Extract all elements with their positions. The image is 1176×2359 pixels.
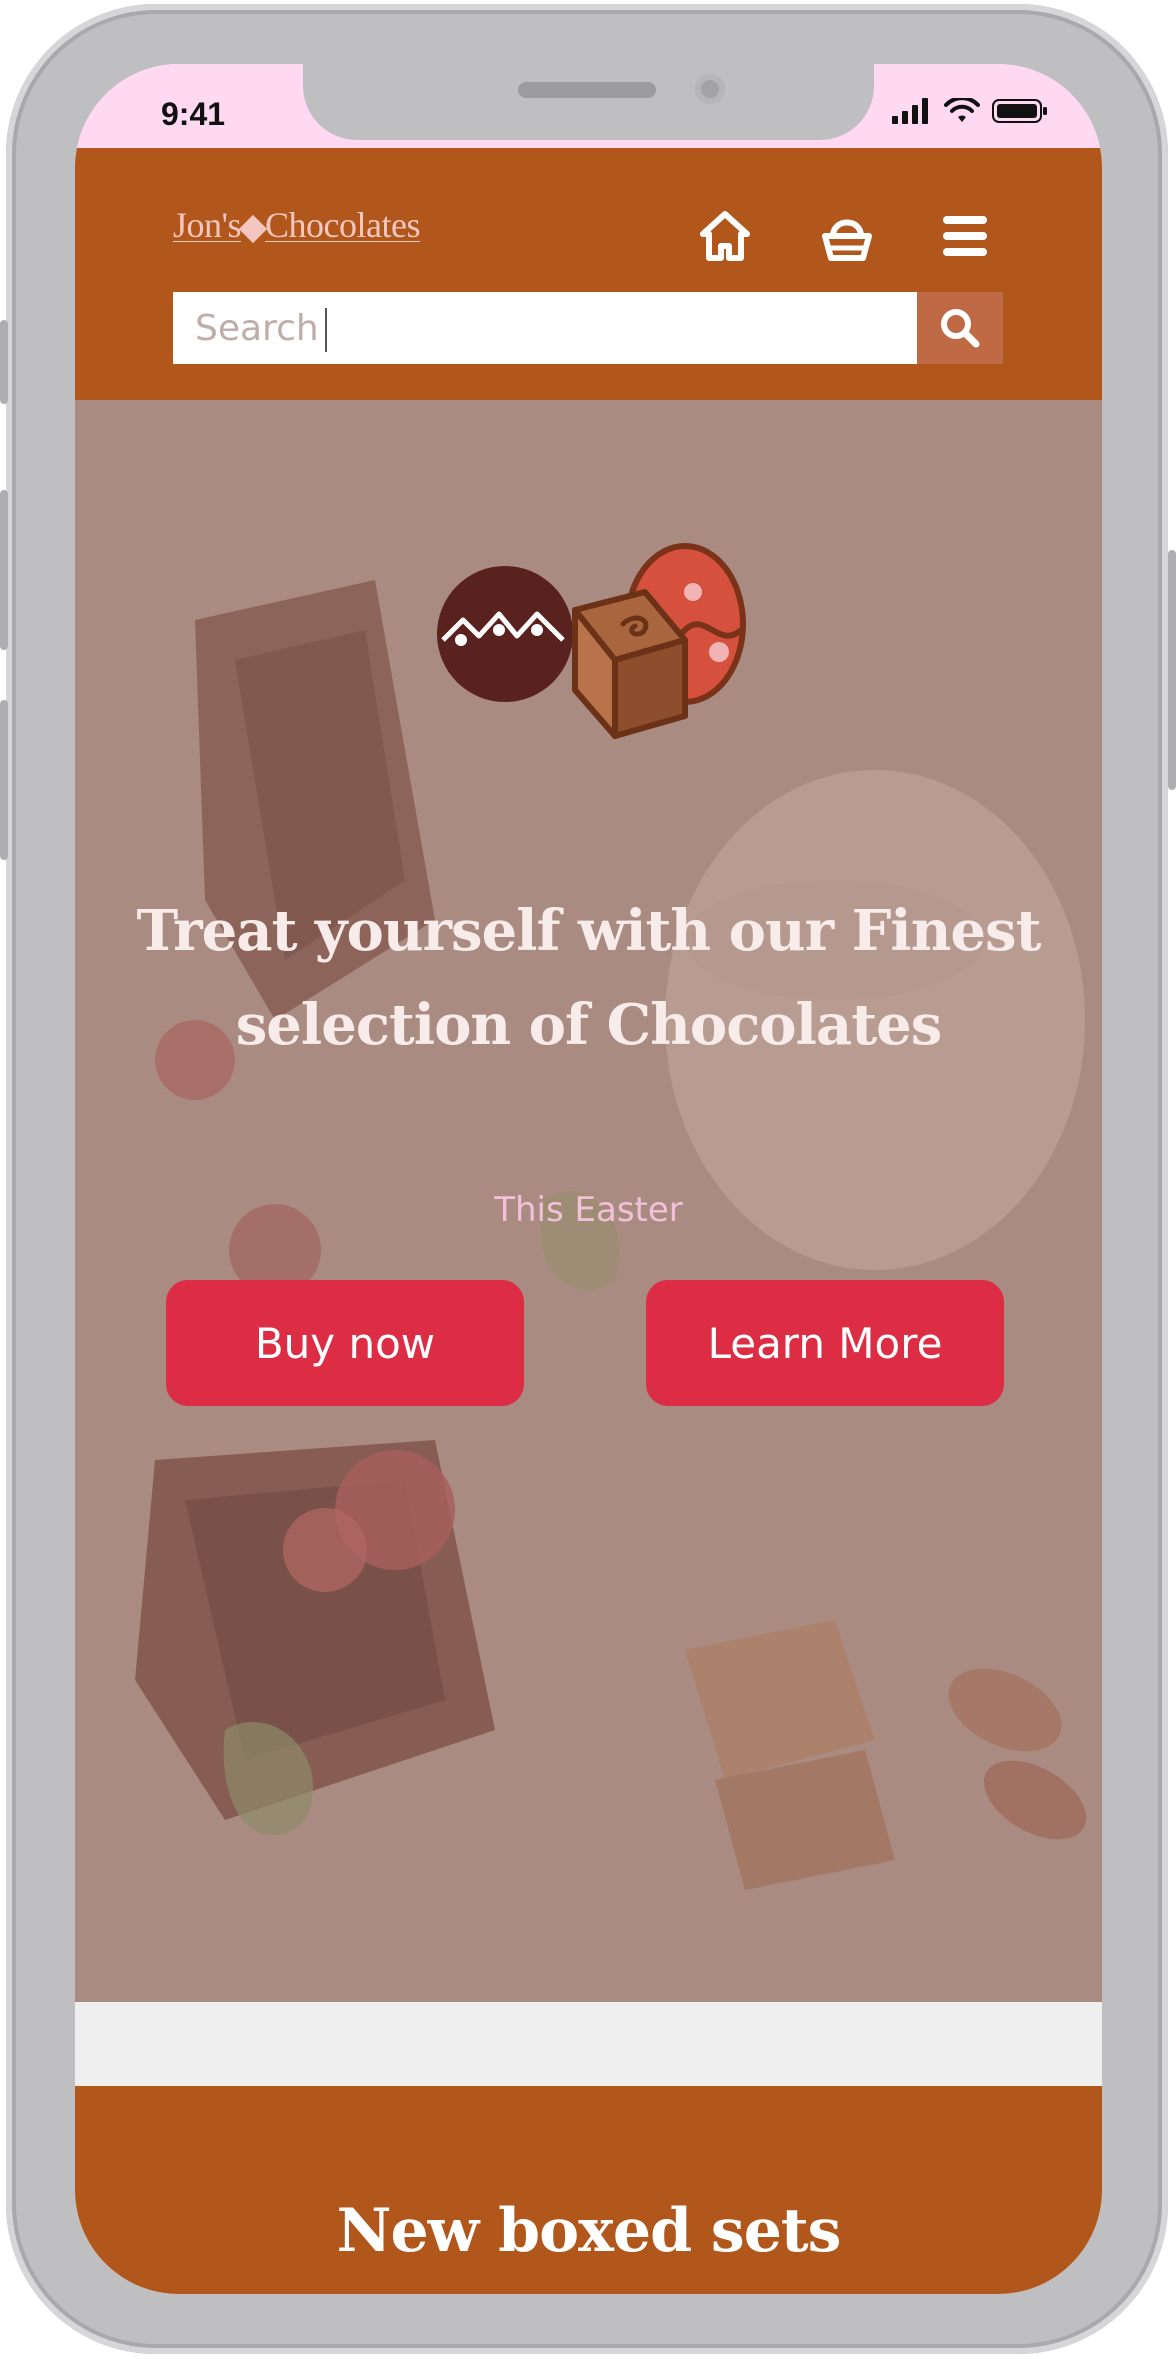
text-cursor	[325, 308, 327, 352]
status-time: 9:41	[161, 96, 226, 132]
front-camera	[695, 74, 725, 104]
phone-volume-down-button	[0, 700, 8, 860]
learn-more-button[interactable]: Learn More	[646, 1280, 1004, 1406]
search-icon	[941, 309, 980, 348]
basket-icon[interactable]	[817, 206, 877, 266]
search-button[interactable]	[917, 292, 1003, 364]
signal-icon	[892, 98, 928, 124]
buy-now-button[interactable]: Buy now	[166, 1280, 524, 1406]
menu-icon[interactable]	[935, 206, 995, 266]
status-icons	[892, 98, 1048, 124]
search-input[interactable]	[173, 292, 917, 364]
phone-volume-up-button	[0, 490, 8, 650]
section-title: New boxed sets	[336, 2196, 842, 2266]
logo-text-chocolates: Chocolates	[265, 205, 420, 245]
logo-diamond-icon	[238, 214, 268, 244]
phone-notch	[303, 64, 874, 140]
wifi-icon	[944, 98, 980, 122]
phone-side-button	[0, 320, 8, 404]
phone-screen: 9:41 Jon's Chocolates Search Treat yours…	[75, 64, 1102, 2294]
boxed-sets-section: New boxed sets	[75, 2086, 1102, 2294]
hero-illustration	[437, 543, 746, 739]
site-logo[interactable]: Jon's Chocolates	[173, 204, 420, 246]
truffle-icon	[437, 566, 573, 702]
hero-banner: Treat yourself with our Finest selection…	[75, 400, 1102, 2002]
logo-text-jons: Jon's	[173, 205, 242, 245]
speaker-grille	[518, 82, 656, 98]
hero-subtitle: This Easter	[494, 1190, 683, 1230]
search-bar	[173, 292, 1003, 364]
battery-icon	[992, 99, 1047, 123]
site-header: Jon's Chocolates	[75, 148, 1102, 400]
phone-power-button	[1168, 550, 1176, 790]
hero-title: Treat yourself with our Finest selection…	[136, 898, 1042, 1058]
section-divider	[75, 2002, 1102, 2086]
home-icon[interactable]	[695, 206, 755, 266]
